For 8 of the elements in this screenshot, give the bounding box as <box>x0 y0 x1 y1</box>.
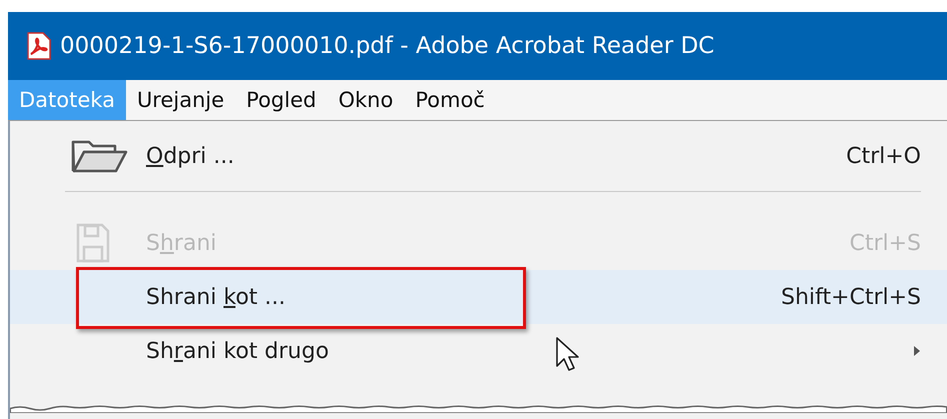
menu-item[interactable]: Shrani kot ... Shift+Ctrl+S <box>10 270 947 324</box>
menu-bar-item[interactable]: Okno <box>327 80 404 120</box>
menu-bar-item[interactable]: Urejanje <box>126 80 236 120</box>
window-title: 0000219-1-S6-17000010.pdf - Adobe Acrobat Reader DC <box>60 33 714 59</box>
menu-bar-item[interactable]: Pomoč <box>404 80 496 120</box>
menu-item[interactable]: Shrani kot drugo <box>10 324 947 378</box>
menu-item[interactable]: Odpri ... Ctrl+O <box>10 129 947 183</box>
menu-bar-item[interactable]: Pogled <box>235 80 328 120</box>
